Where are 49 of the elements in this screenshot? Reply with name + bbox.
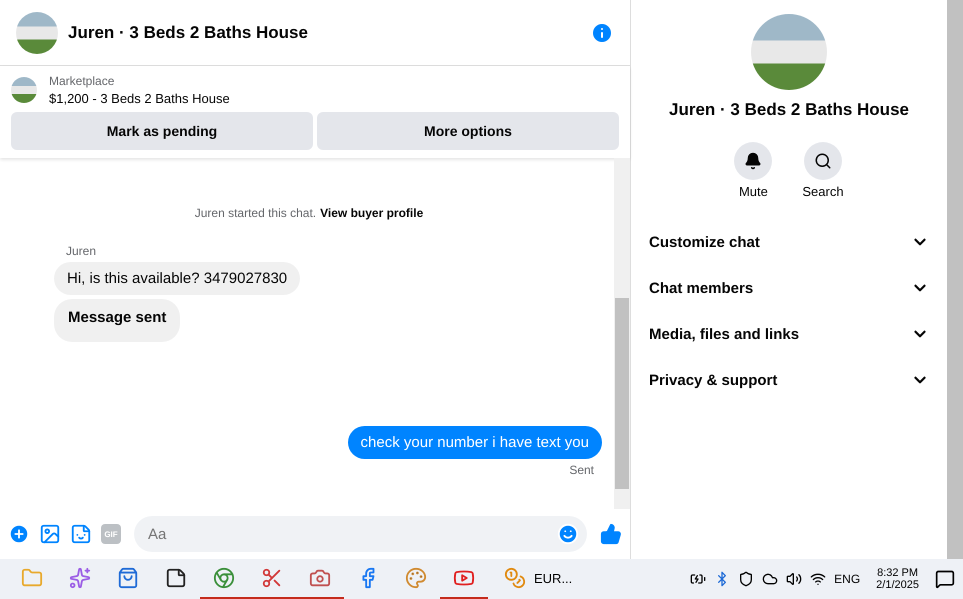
- clock-time[interactable]: 8:32 PM: [877, 567, 918, 579]
- folder-icon: [21, 567, 43, 589]
- wifi-icon[interactable]: [810, 571, 826, 587]
- message-status: Sent: [569, 463, 594, 477]
- photo-placeholder: [16, 12, 58, 54]
- sender-name: Juren: [66, 244, 98, 258]
- profile-title: Juren · 3 Beds 2 Baths House: [669, 100, 909, 120]
- scrollbar[interactable]: [947, 0, 963, 559]
- shield-icon[interactable]: [738, 571, 754, 587]
- message-bubble: Hi, is this available? 3479027830: [54, 262, 300, 295]
- notifications-icon[interactable]: [935, 569, 955, 589]
- sparkle-icon: [69, 567, 91, 589]
- listing-source: Marketplace: [49, 74, 116, 88]
- coins-icon: [504, 567, 526, 589]
- note-icon: [165, 567, 187, 589]
- settings-section[interactable]: Privacy & support: [631, 357, 947, 403]
- photo-placeholder: [11, 77, 37, 103]
- listing-title: $1,200 - 3 Beds 2 Baths House: [49, 91, 230, 106]
- emoji-icon[interactable]: [557, 523, 579, 545]
- message-bubble: check your number i have text you: [348, 426, 602, 459]
- store-icon: [117, 567, 139, 589]
- thumbs-up-icon[interactable]: [600, 523, 622, 545]
- chat-title: Juren · 3 Beds 2 Baths House: [68, 22, 308, 42]
- clock-date[interactable]: 2/1/2025: [876, 579, 919, 591]
- search-icon: [814, 152, 832, 170]
- image-icon[interactable]: [39, 523, 61, 545]
- taskbar-app[interactable]: EUR...: [498, 559, 578, 599]
- listing-action-button[interactable]: More options: [317, 112, 619, 150]
- sticker-icon[interactable]: [70, 523, 92, 545]
- bell-icon: [744, 152, 762, 170]
- settings-section[interactable]: Media, files and links: [631, 311, 947, 357]
- settings-section[interactable]: Chat members: [631, 265, 947, 311]
- camera-icon: [309, 567, 331, 589]
- volume-icon[interactable]: [786, 571, 802, 587]
- message-field[interactable]: Aa: [134, 516, 587, 552]
- chat-notice: Juren started this chat.: [194, 206, 316, 220]
- message-input[interactable]: Aa: [146, 524, 557, 544]
- message-bubble: Message sent: [54, 299, 180, 342]
- language-indicator[interactable]: ENG: [834, 572, 860, 586]
- browser-icon: [213, 567, 235, 589]
- cloud-icon[interactable]: [762, 571, 778, 587]
- add-icon[interactable]: [8, 523, 30, 545]
- scrollbar-thumb[interactable]: [615, 298, 629, 489]
- scrollbar[interactable]: [614, 158, 630, 509]
- palette-icon: [405, 567, 427, 589]
- settings-section[interactable]: Customize chat: [631, 219, 947, 265]
- buyer-profile-link[interactable]: View buyer profile: [320, 206, 424, 220]
- listing-action-button[interactable]: Mark as pending: [11, 112, 313, 150]
- scissors-icon: [261, 567, 283, 589]
